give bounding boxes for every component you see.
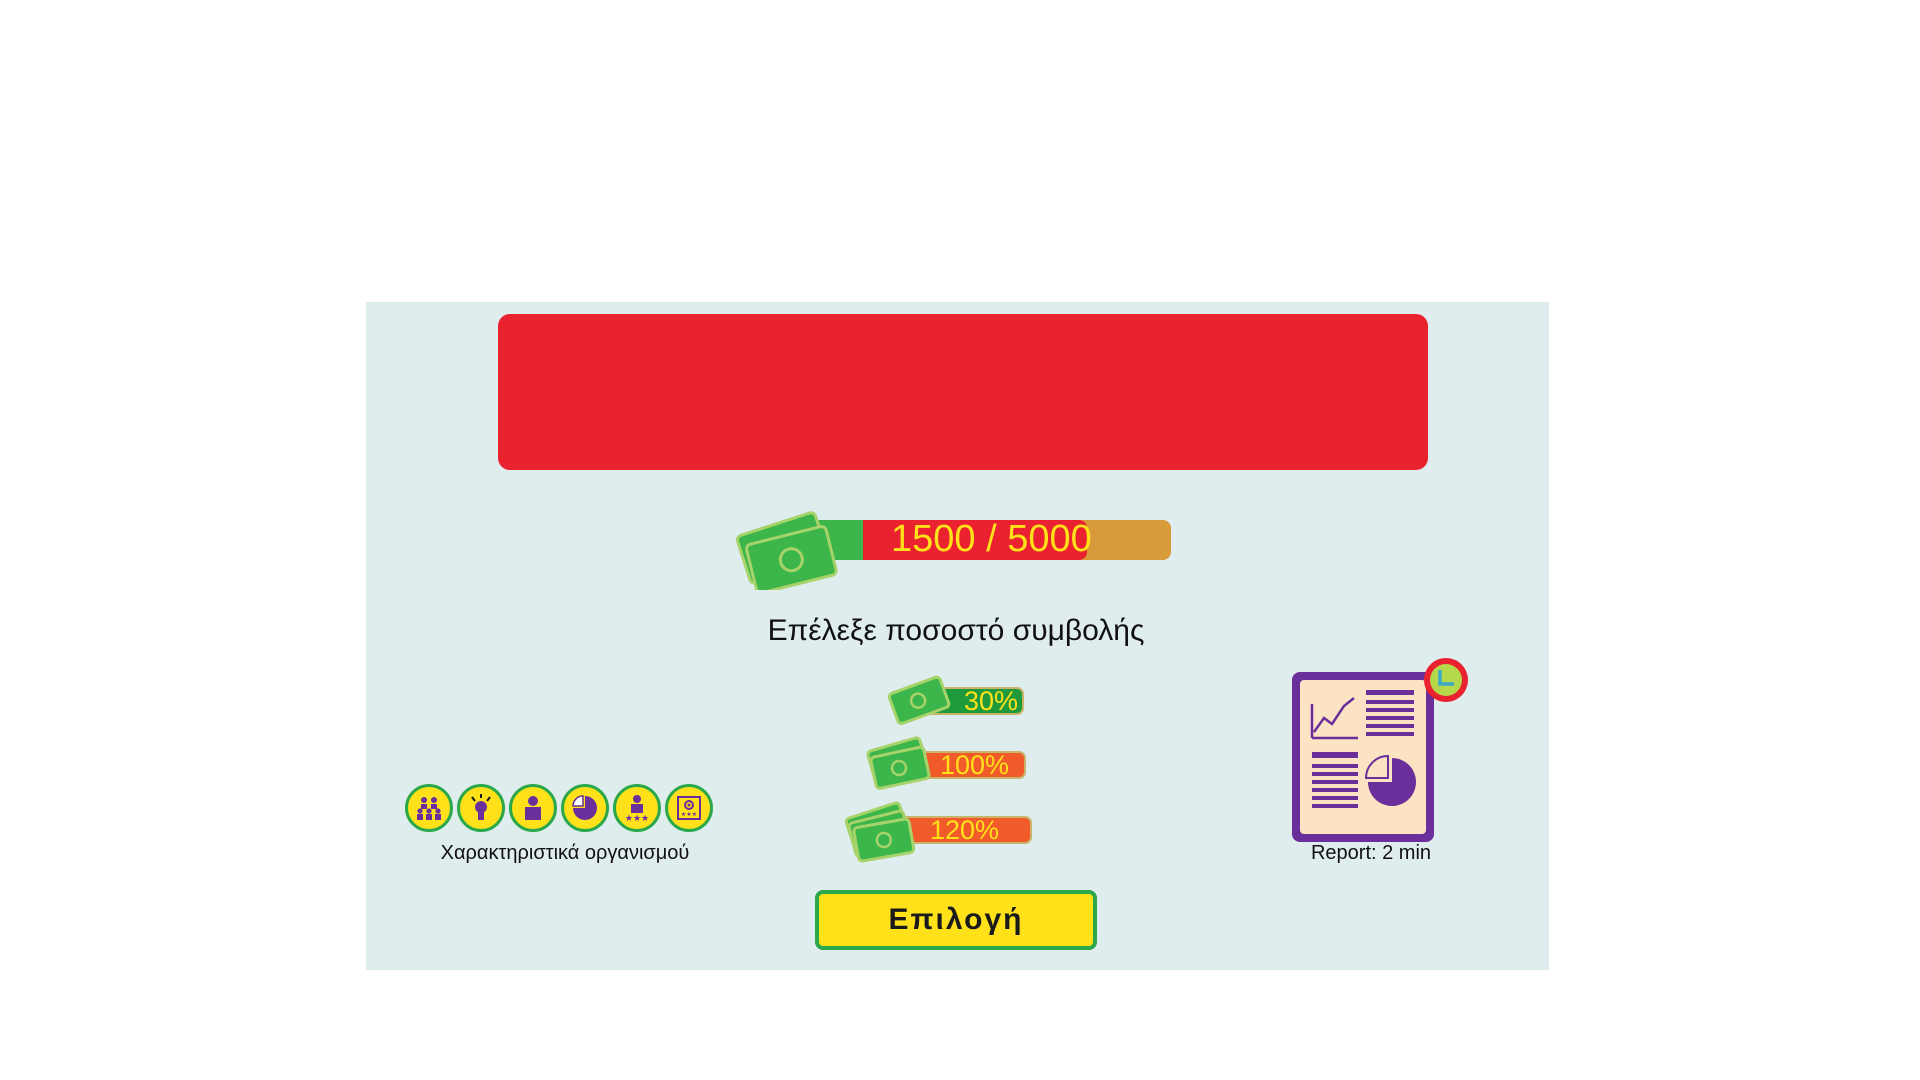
option-label: 30%: [964, 686, 1019, 716]
game-panel: 1500 / 5000 Επέλεξε ποσοστό συμβολής 30%…: [366, 302, 1549, 970]
budget-label: 1500 / 5000: [891, 518, 1092, 560]
team-icon[interactable]: [405, 784, 453, 832]
money-notes-icon: [844, 801, 916, 863]
svg-text:★★★: ★★★: [681, 811, 697, 818]
money-notes-icon: [736, 511, 838, 590]
option-label: 120%: [930, 815, 1000, 845]
report-button[interactable]: [1288, 658, 1478, 843]
report-time-label: Report: 2 min: [1310, 842, 1432, 864]
option-30-percent[interactable]: 30%: [886, 670, 1036, 730]
money-notes-icon: [866, 736, 931, 790]
title-banner: [498, 314, 1428, 470]
report-document-icon: [1292, 658, 1468, 842]
organisation-icons: ★★★ ★★★: [405, 784, 713, 832]
organisation-label: Χαρακτηριστικά οργανισμού: [440, 842, 690, 864]
idea-bulb-icon[interactable]: [457, 784, 505, 832]
pie-chart-icon[interactable]: [561, 784, 609, 832]
money-note-icon: [887, 675, 951, 725]
choose-button[interactable]: Επιλογή: [815, 890, 1097, 950]
budget-progress: 1500 / 5000: [736, 500, 1186, 590]
person-icon[interactable]: [509, 784, 557, 832]
option-120-percent[interactable]: 120%: [844, 799, 1064, 863]
star-rated-person-icon[interactable]: ★★★: [613, 784, 661, 832]
certificate-icon[interactable]: ★★★: [665, 784, 713, 832]
svg-text:★★★: ★★★: [625, 814, 649, 823]
contribution-prompt: Επέλεξε ποσοστό συμβολής: [767, 614, 1145, 647]
option-100-percent[interactable]: 100%: [863, 734, 1063, 794]
option-label: 100%: [940, 750, 1010, 780]
